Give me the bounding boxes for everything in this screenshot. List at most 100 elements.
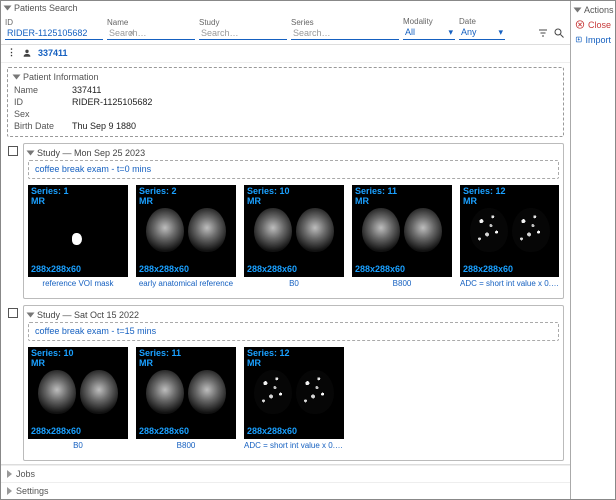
close-icon: [575, 19, 585, 30]
study-description: coffee break exam - t=15 mins: [35, 326, 156, 336]
search-label-study: Study: [199, 18, 287, 27]
pi-row-birth: Birth DateThu Sep 9 1880: [14, 120, 557, 132]
series-overlay-bottom: 288x288x60: [247, 427, 297, 437]
studies-container: Study — Mon Sep 25 2023 coffee break exam…: [23, 143, 564, 461]
chevron-down-icon: [574, 8, 582, 13]
search-panel-header[interactable]: Patients Search: [1, 1, 570, 15]
import-label: Import: [585, 35, 611, 45]
search-label-date: Date: [459, 17, 505, 26]
study-checkbox[interactable]: [8, 308, 18, 318]
series-modality: MR: [31, 197, 69, 207]
search-input-series[interactable]: [291, 27, 399, 40]
series-tile[interactable]: Series: 12MR288x288x60: [460, 185, 559, 277]
modality-value: All: [405, 27, 415, 38]
series-overlay-bottom: 288x288x60: [31, 427, 81, 437]
search-panel-title: Patients Search: [14, 3, 78, 13]
study-header[interactable]: Study — Sat Oct 15 2022: [28, 310, 559, 320]
filter-icon[interactable]: [536, 26, 550, 40]
search-panel: ID × Name Study Series: [1, 15, 570, 45]
series-tile[interactable]: Series: 11MR288x288x60: [352, 185, 452, 277]
series-thumbnail: Series: 11MR288x288x60B800: [136, 347, 236, 450]
chevron-down-icon: ▾: [498, 27, 503, 38]
series-caption: B0: [244, 279, 344, 288]
series-caption: early anatomical reference: [136, 279, 236, 288]
date-value: Any: [461, 27, 477, 38]
series-caption: B800: [352, 279, 452, 288]
study-title: Study — Mon Sep 25 2023: [37, 148, 145, 158]
search-input-name[interactable]: [107, 27, 195, 40]
search-input-study[interactable]: [199, 27, 287, 40]
study-title: Study — Sat Oct 15 2022: [37, 310, 139, 320]
series-tile[interactable]: Series: 10MR288x288x60: [244, 185, 344, 277]
actions-title: Actions: [584, 5, 614, 15]
settings-title: Settings: [16, 486, 49, 496]
study-description: coffee break exam - t=0 mins: [35, 164, 151, 174]
series-tile[interactable]: Series: 12MR288x288x60: [244, 347, 344, 439]
chevron-down-icon: [4, 6, 12, 11]
series-thumbnail: Series: 11MR288x288x60 B800: [352, 185, 452, 288]
study-header[interactable]: Study — Mon Sep 25 2023: [28, 148, 559, 158]
scan-preview: [466, 199, 554, 261]
series-thumbnail: Series: 12MR288x288x60 ADC = short int va…: [460, 185, 559, 288]
series-caption: ADC = short int value x 0.2E-…: [460, 279, 559, 288]
search-row: ID × Name Study Series: [5, 17, 566, 40]
patient-info-title: Patient Information: [23, 72, 99, 82]
settings-panel-header[interactable]: Settings: [1, 482, 570, 499]
scan-preview: [142, 361, 230, 423]
series-overlay-bottom: 288x288x60: [463, 265, 513, 275]
search-field-study: Study: [199, 18, 287, 40]
series-tile[interactable]: Series: 10MR288x288x60: [28, 347, 128, 439]
import-action[interactable]: Import: [573, 32, 613, 47]
jobs-title: Jobs: [16, 469, 35, 479]
series-thumbnail: Series: 2MR288x288x60 early anatomical re…: [136, 185, 236, 288]
chevron-down-icon: [27, 151, 35, 156]
series-thumbnail: Series: 10MR288x288x60 B0: [28, 347, 128, 450]
scan-preview: [142, 199, 230, 261]
series-caption: ADC = short int value x 0.2E-…: [244, 441, 344, 450]
search-field-id: ID ×: [5, 18, 103, 40]
chevron-right-icon: [7, 487, 12, 495]
import-icon: [575, 34, 582, 45]
pi-row-sex: Sex: [14, 108, 557, 120]
breadcrumb-menu-icon[interactable]: ⋮: [7, 47, 16, 58]
content-area: Patient Information Name337411 IDRIDER-1…: [1, 63, 570, 464]
study-checkbox[interactable]: [8, 146, 18, 156]
study-block: Study — Mon Sep 25 2023 coffee break exam…: [23, 143, 564, 299]
scan-preview: [358, 199, 446, 261]
series-overlay-bottom: 288x288x60: [355, 265, 405, 275]
search-select-modality[interactable]: All ▾: [403, 26, 455, 40]
close-action[interactable]: Close: [573, 17, 613, 32]
jobs-panel-header[interactable]: Jobs: [1, 465, 570, 482]
search-tools: [536, 26, 566, 40]
search-select-date[interactable]: Any ▾: [459, 26, 505, 40]
study-description-box: coffee break exam - t=15 mins: [28, 322, 559, 341]
bottom-panels: Jobs Settings: [1, 464, 570, 499]
chevron-down-icon: [27, 313, 35, 318]
series-overlay-bottom: 288x288x60: [31, 265, 81, 275]
actions-sidebar: Actions Close Import: [571, 1, 615, 499]
patient-info-header[interactable]: Patient Information: [14, 72, 557, 84]
series-tile[interactable]: Series: 11MR288x288x60: [136, 347, 236, 439]
breadcrumb-patient-link[interactable]: 337411: [38, 48, 68, 58]
series-tile[interactable]: Series: 2MR288x288x60: [136, 185, 236, 277]
study-block: Study — Sat Oct 15 2022 coffee break exam…: [23, 305, 564, 461]
scan-preview: [34, 361, 122, 423]
series-overlay-top: Series: 1MR: [31, 187, 69, 207]
actions-header[interactable]: Actions: [573, 3, 613, 17]
series-tile[interactable]: Series: 1MR 288x288x60: [28, 185, 128, 277]
search-label-name: Name: [107, 18, 195, 27]
scan-preview: [250, 361, 338, 423]
study-description-box: coffee break exam - t=0 mins: [28, 160, 559, 179]
patient-icon: [22, 48, 32, 58]
series-thumbnails-row[interactable]: Series: 10MR288x288x60 B0 Series: 11MR288x…: [28, 347, 559, 456]
search-icon[interactable]: [552, 26, 566, 40]
search-field-modality: Modality All ▾: [403, 17, 455, 40]
series-thumbnail: Series: 1MR288x288x60reference VOI mask: [28, 185, 128, 288]
mask-shape: [72, 233, 82, 245]
chevron-down-icon: ▾: [448, 27, 453, 38]
series-caption: B0: [28, 441, 128, 450]
series-thumbnails-row[interactable]: Series: 1MR288x288x60reference VOI maskS…: [28, 185, 559, 294]
patient-info-panel: Patient Information Name337411 IDRIDER-1…: [7, 67, 564, 137]
pi-row-id: IDRIDER-1125105682: [14, 96, 557, 108]
search-label-id: ID: [5, 18, 103, 27]
